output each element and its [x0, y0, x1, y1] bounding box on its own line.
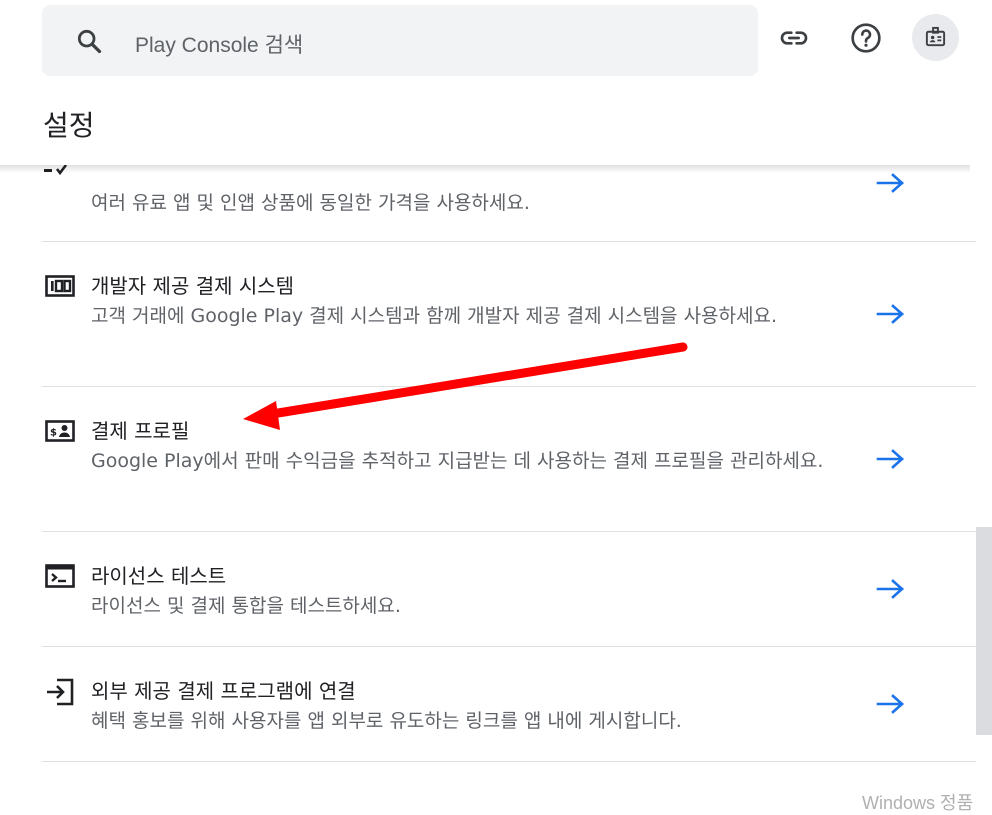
- row-description: 혜택 홍보를 위해 사용자를 앱 외부로 유도하는 링크를 앱 내에 게시합니다…: [91, 710, 682, 732]
- header-shadow: [0, 165, 970, 173]
- arrow-right-icon[interactable]: [876, 448, 906, 470]
- dev-billing-icon: [45, 273, 75, 299]
- external-link-in-icon: [45, 678, 75, 706]
- settings-row-license-testing[interactable]: 라이선스 테스트 라이선스 및 결제 통합을 테스트하세요.: [42, 532, 976, 647]
- terminal-icon: [45, 563, 75, 589]
- row-title: 결제 프로필: [91, 419, 190, 443]
- settings-row-external-offers[interactable]: 외부 제공 결제 프로그램에 연결 혜택 홍보를 위해 사용자를 앱 외부로 유…: [42, 647, 976, 762]
- row-title: 라이선스 테스트: [91, 564, 227, 588]
- row-description: 여러 유료 앱 및 인앱 상품에 동일한 가격을 사용하세요.: [91, 192, 530, 214]
- settings-row[interactable]: 여러 유료 앱 및 인앱 상품에 동일한 가격을 사용하세요.: [42, 165, 976, 242]
- arrow-right-icon[interactable]: [876, 303, 906, 325]
- arrow-right-icon[interactable]: [876, 693, 906, 715]
- payments-profile-icon: $: [45, 418, 75, 444]
- svg-text:$: $: [50, 428, 57, 439]
- row-description: Google Play에서 판매 수익금을 추적하고 지급받는 데 사용하는 결…: [91, 450, 824, 472]
- row-description: 고객 거래에 Google Play 결제 시스템과 함께 개발자 제공 결제 …: [91, 305, 778, 327]
- settings-row-dev-billing[interactable]: 개발자 제공 결제 시스템 고객 거래에 Google Play 결제 시스템과…: [42, 242, 976, 387]
- arrow-right-icon[interactable]: [876, 578, 906, 600]
- scrollbar-thumb[interactable]: [976, 527, 992, 735]
- windows-activation-watermark: Windows 정품: [862, 793, 974, 813]
- row-title: 개발자 제공 결제 시스템: [91, 274, 295, 298]
- row-title: 외부 제공 결제 프로그램에 연결: [91, 679, 356, 703]
- settings-row-payments-profile[interactable]: $ 결제 프로필 Google Play에서 판매 수익금을 추적하고 지급받는…: [42, 387, 976, 532]
- row-description: 라이선스 및 결제 통합을 테스트하세요.: [91, 595, 401, 617]
- settings-list: 여러 유료 앱 및 인앱 상품에 동일한 가격을 사용하세요. 개발자 제공 결…: [42, 0, 976, 806]
- arrow-right-icon[interactable]: [876, 172, 906, 194]
